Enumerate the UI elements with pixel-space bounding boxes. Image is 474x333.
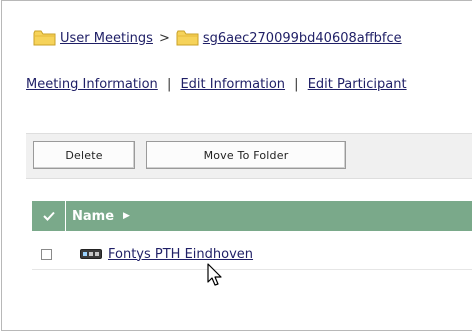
breadcrumb: User Meetings > sg6aec270099bd40608affbf… [33, 26, 402, 50]
table-header: Name ▶ [32, 201, 472, 231]
move-to-folder-button[interactable]: Move To Folder [146, 141, 346, 169]
mouse-cursor-icon [207, 263, 222, 286]
tab-separator: | [166, 77, 172, 92]
meeting-icon [80, 249, 102, 259]
content-frame: User Meetings > sg6aec270099bd40608affbf… [1, 0, 472, 331]
breadcrumb-user-meetings[interactable]: User Meetings [60, 31, 153, 46]
name-column-header[interactable]: Name ▶ [72, 209, 130, 224]
breadcrumb-current-folder[interactable]: sg6aec270099bd40608affbfce [203, 31, 402, 46]
tab-meeting-information[interactable]: Meeting Information [26, 77, 158, 92]
tab-edit-information[interactable]: Edit Information [180, 77, 285, 92]
table-row: Fontys PTH Eindhoven [32, 239, 472, 270]
meeting-link[interactable]: Fontys PTH Eindhoven [108, 247, 253, 262]
tab-edit-participant[interactable]: Edit Participant [308, 77, 407, 92]
delete-button[interactable]: Delete [33, 141, 135, 169]
checkmark-icon [42, 211, 55, 221]
select-all-cell[interactable] [32, 201, 66, 231]
name-header-label: Name [72, 208, 115, 224]
breadcrumb-separator: > [158, 30, 170, 46]
row-checkbox[interactable] [41, 248, 52, 260]
folder-icon [176, 29, 200, 47]
folder-icon [33, 29, 57, 47]
tab-bar: Meeting Information | Edit Information |… [26, 77, 407, 92]
arrow-right-icon: ▶ [123, 211, 130, 221]
tab-separator: | [294, 77, 299, 92]
toolbar: Delete Move To Folder [26, 133, 472, 179]
